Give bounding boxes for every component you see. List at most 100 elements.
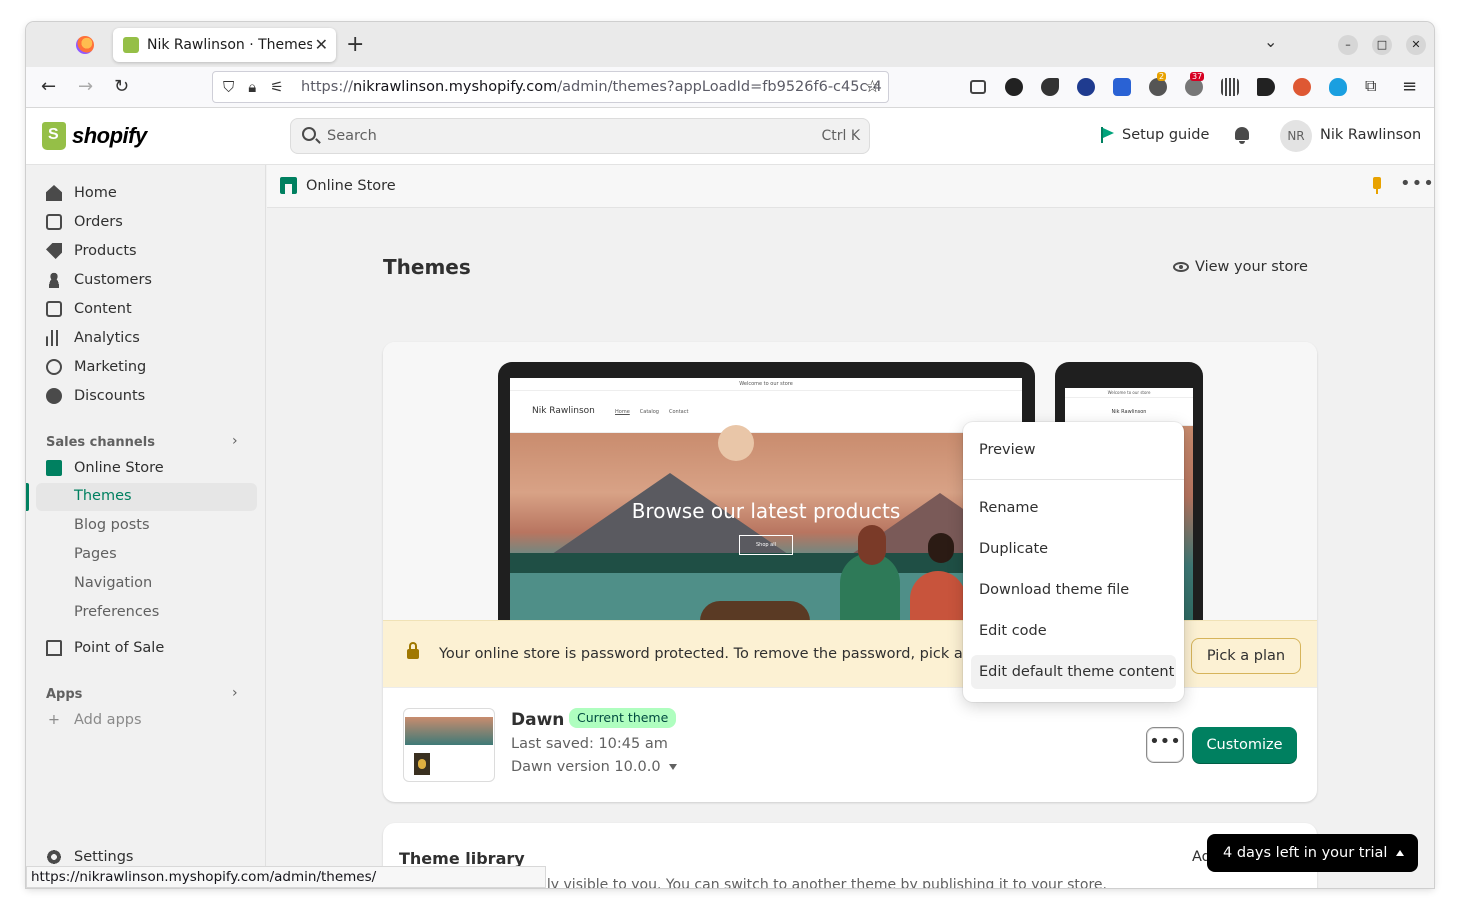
close-tab-icon[interactable]: ✕	[315, 35, 328, 54]
menu-item-rename[interactable]: Rename	[971, 491, 1176, 525]
caret-up-icon	[1396, 850, 1404, 856]
extension-grid-icon[interactable]	[1221, 78, 1239, 96]
theme-version[interactable]: Dawn version 10.0.0	[511, 759, 677, 775]
bell-icon[interactable]	[1234, 127, 1250, 145]
extension-eu-icon[interactable]	[1077, 78, 1095, 96]
nav-bar: ← → ↻ ⛉ 🔒︎ ⚟ https://nikrawlinson.myshop…	[26, 67, 1434, 108]
sidebar-item-home[interactable]: Home	[46, 185, 117, 201]
sidebar-item-navigation[interactable]: Navigation	[74, 575, 152, 591]
setup-guide-button[interactable]: Setup guide	[1100, 127, 1209, 143]
more-options-icon[interactable]: •••	[1400, 173, 1434, 194]
menu-item-duplicate[interactable]: Duplicate	[971, 532, 1176, 566]
search-input[interactable]: Search Ctrl K	[290, 118, 870, 154]
chevron-right-icon[interactable]: ›	[232, 433, 238, 449]
menu-item-edit-default-content[interactable]: Edit default theme content	[971, 655, 1176, 689]
menu-item-edit-code[interactable]: Edit code	[971, 614, 1176, 648]
chevron-right-icon[interactable]: ›	[232, 685, 238, 701]
status-badge: Current theme	[569, 708, 677, 728]
url-prefix: https://	[301, 79, 353, 95]
minimize-icon[interactable]: –	[1338, 35, 1358, 55]
duckduckgo-icon[interactable]	[1293, 78, 1311, 96]
browser-tab[interactable]: Nik Rawlinson · Themes · Shopify ✕	[113, 28, 336, 62]
url-bar[interactable]: ⛉ 🔒︎ ⚟ https://nikrawlinson.myshopify.co…	[212, 71, 889, 103]
search-placeholder: Search	[327, 128, 377, 144]
menu-divider	[963, 479, 1184, 480]
tab-title: Nik Rawlinson · Themes · Shopify	[147, 37, 312, 53]
sidebar-item-themes[interactable]: Themes	[74, 488, 132, 504]
sidebar-item-products[interactable]: Products	[46, 243, 137, 259]
avatar[interactable]: NR	[1280, 120, 1312, 152]
pocket-icon[interactable]	[970, 80, 986, 94]
new-tab-icon[interactable]: +	[346, 32, 364, 57]
extension-cloud-icon[interactable]	[1329, 78, 1347, 96]
extension-badge: 2	[1157, 72, 1167, 81]
lock-icon[interactable]: 🔒︎	[248, 78, 256, 96]
trial-toast[interactable]: 4 days left in your trial	[1207, 834, 1418, 872]
desktop-preview: Welcome to our store Nik Rawlinson Home …	[498, 362, 1035, 632]
shield-icon[interactable]: ⛉	[223, 78, 234, 96]
shopify-favicon-icon	[123, 37, 139, 53]
caret-down-icon	[668, 764, 677, 770]
person-icon	[46, 272, 62, 288]
sidebar-item-settings[interactable]: Settings	[46, 849, 133, 865]
hamburger-menu-icon[interactable]: ≡	[1402, 76, 1417, 97]
permissions-icon[interactable]: ⚟	[270, 78, 283, 96]
sidebar-item-online-store[interactable]: Online Store	[46, 460, 164, 476]
sidebar-item-content[interactable]: Content	[46, 301, 132, 317]
customize-button[interactable]: Customize	[1192, 727, 1297, 763]
page-title: Themes	[383, 255, 471, 279]
sidebar-item-analytics[interactable]: Analytics	[46, 330, 140, 346]
more-actions-button[interactable]: •••	[1146, 727, 1184, 763]
bar-chart-icon	[46, 330, 62, 346]
logo-text: shopify	[72, 123, 147, 148]
preview-hero-button: Shop all	[739, 535, 793, 555]
preview-link: Contact	[668, 409, 689, 415]
browser-window: Nik Rawlinson · Themes · Shopify ✕ + ⌄ –…	[26, 22, 1434, 888]
sidebar-item-point-of-sale[interactable]: Point of Sale	[46, 640, 164, 656]
shopify-logo[interactable]: shopify	[42, 122, 147, 150]
extension-d-icon[interactable]	[1257, 78, 1275, 96]
extensions-puzzle-icon[interactable]: ⧉	[1365, 76, 1376, 96]
extension-gnome-icon[interactable]	[1041, 78, 1059, 96]
sidebar: Home Orders Products Customers Content A…	[26, 165, 266, 888]
sidebar-item-customers[interactable]: Customers	[46, 272, 152, 288]
menu-item-download[interactable]: Download theme file	[971, 573, 1176, 607]
last-saved: Last saved: 10:45 am	[511, 736, 668, 752]
reload-icon[interactable]: ↻	[114, 76, 129, 97]
sidebar-item-discounts[interactable]: Discounts	[46, 388, 145, 404]
maximize-icon[interactable]: □	[1372, 35, 1392, 55]
forward-icon[interactable]: →	[78, 76, 93, 97]
tag-icon	[46, 243, 62, 259]
sub-header: Online Store •••	[267, 165, 1434, 208]
theme-thumbnail[interactable]	[403, 708, 495, 782]
gear-icon	[46, 849, 62, 865]
shopify-top-bar: shopify Search Ctrl K Setup guide NR Nik…	[26, 108, 1434, 165]
extension-bitwarden-icon[interactable]	[1113, 78, 1131, 96]
sidebar-item-blog-posts[interactable]: Blog posts	[74, 517, 150, 533]
search-icon	[302, 127, 316, 141]
back-icon[interactable]: ←	[41, 76, 56, 97]
plus-icon: +	[47, 712, 61, 728]
sidebar-item-preferences[interactable]: Preferences	[74, 604, 159, 620]
main-content: Online Store ••• Themes View your store …	[267, 165, 1434, 888]
notion-extension-icon[interactable]	[1005, 78, 1023, 96]
menu-item-preview[interactable]: Preview	[971, 433, 1176, 467]
pick-plan-button[interactable]: Pick a plan	[1191, 638, 1301, 674]
bookmark-star-icon[interactable]: ☆	[865, 77, 880, 97]
user-name[interactable]: Nik Rawlinson	[1320, 127, 1421, 143]
extension-badge: 37	[1190, 72, 1205, 81]
view-store-button[interactable]: View your store	[1173, 259, 1308, 275]
preview-hero-image: Browse our latest products Shop all	[510, 425, 1022, 632]
chevron-down-icon[interactable]: ⌄	[1264, 32, 1277, 51]
sidebar-item-pages[interactable]: Pages	[74, 546, 117, 562]
firefox-icon[interactable]	[76, 36, 94, 54]
sidebar-item-marketing[interactable]: Marketing	[46, 359, 146, 375]
sidebar-item-orders[interactable]: Orders	[46, 214, 123, 230]
image-icon	[46, 301, 62, 317]
preview-site-name: Nik Rawlinson	[532, 406, 595, 416]
close-window-icon[interactable]: ✕	[1406, 35, 1426, 55]
pin-icon[interactable]	[1373, 177, 1381, 194]
preview-announcement: Welcome to our store	[510, 378, 1022, 391]
trial-label: 4 days left in your trial	[1223, 845, 1388, 861]
sidebar-item-add-apps[interactable]: + Add apps	[46, 712, 142, 728]
